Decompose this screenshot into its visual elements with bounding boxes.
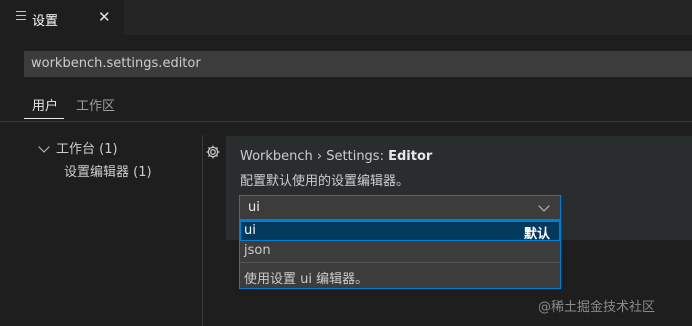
gear-icon[interactable]	[205, 144, 221, 160]
settings-search-input[interactable]: workbench.settings.editor	[24, 51, 692, 77]
search-input-value: workbench.settings.editor	[31, 56, 201, 71]
chevron-down-icon	[38, 141, 50, 153]
toc-item-settings-editor[interactable]: 设置编辑器 (1)	[64, 161, 152, 180]
option-json[interactable]: json	[240, 241, 560, 261]
option-ui[interactable]: ui 默认	[240, 221, 560, 242]
tab-user[interactable]: 用户	[32, 95, 58, 114]
tab-workspace[interactable]: 工作区	[76, 95, 115, 114]
option-description: 使用设置 ui 编辑器。	[244, 272, 369, 287]
toc-group-label: 工作台 (1)	[56, 142, 118, 157]
header-divider	[0, 121, 692, 122]
setting-title: Workbench › Settings: Editor	[240, 149, 432, 164]
settings-tab[interactable]: 设置 ✕	[0, 0, 124, 35]
toc-divider	[202, 135, 203, 326]
close-icon[interactable]: ✕	[98, 7, 111, 27]
list-icon	[16, 11, 26, 23]
dropdown-divider	[240, 262, 560, 263]
tab-title: 设置	[32, 14, 59, 29]
select-value: ui	[248, 200, 260, 215]
active-tab-indicator	[24, 118, 64, 119]
toc-group-workbench[interactable]: 工作台 (1)	[38, 138, 118, 157]
select-dropdown: ui 默认 json 使用设置 ui 编辑器。	[239, 220, 561, 289]
option-label: json	[244, 243, 271, 258]
settings-editor-select[interactable]: ui	[239, 195, 561, 220]
editor-tab-bar: 设置 ✕	[0, 0, 692, 35]
setting-description: 配置默认使用的设置编辑器。	[240, 174, 410, 189]
option-label: ui	[244, 223, 256, 238]
setting-category: Workbench › Settings:	[240, 149, 389, 164]
setting-name: Editor	[388, 149, 433, 164]
watermark: @稀土掘金技术社区	[538, 300, 656, 315]
default-badge: 默认	[523, 227, 550, 242]
chevron-down-icon	[538, 200, 550, 212]
